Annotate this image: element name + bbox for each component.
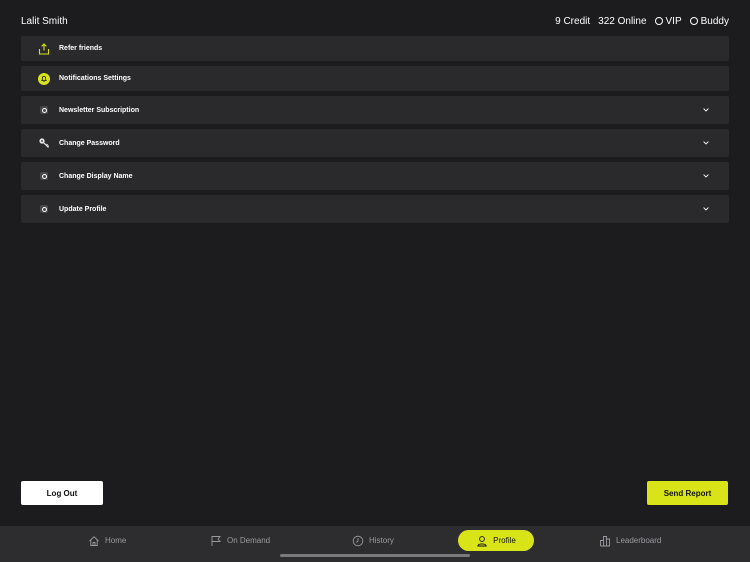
top-bar: Lalit Smith 9 Credit 322 Online VIP Budd… bbox=[21, 12, 729, 30]
home-indicator[interactable] bbox=[280, 554, 470, 557]
change-display-name-row[interactable]: Change Display Name bbox=[21, 162, 729, 190]
vip-ring-icon bbox=[654, 17, 663, 25]
chevron-down-icon bbox=[703, 207, 709, 211]
user-icon bbox=[477, 535, 487, 546]
bar-chart-icon bbox=[600, 535, 610, 546]
tab-profile-label: Profile bbox=[493, 536, 516, 545]
change-password-row[interactable]: Change Password bbox=[21, 129, 729, 157]
tab-leaderboard[interactable]: Leaderboard bbox=[599, 530, 661, 551]
notifications-settings-label: Notifications Settings bbox=[59, 75, 131, 82]
tab-profile[interactable]: Profile bbox=[458, 530, 534, 551]
tab-leaderboard-label: Leaderboard bbox=[616, 536, 662, 545]
refer-friends-label: Refer friends bbox=[59, 45, 103, 52]
buddy-ring-icon bbox=[689, 17, 698, 25]
user-stats: 9 Credit 322 Online VIP Buddy bbox=[555, 16, 729, 27]
chevron-down-icon bbox=[703, 174, 709, 178]
update-profile-row[interactable]: Update Profile bbox=[21, 195, 729, 223]
change-password-label: Change Password bbox=[59, 139, 120, 147]
buddy-status[interactable]: Buddy bbox=[689, 15, 729, 27]
tab-history-label: History bbox=[369, 536, 394, 545]
vip-status[interactable]: VIP bbox=[654, 15, 682, 27]
refer-friends-row[interactable]: Refer friends bbox=[21, 36, 729, 61]
display-name-icon bbox=[38, 170, 50, 182]
bell-icon bbox=[38, 72, 50, 85]
key-icon bbox=[38, 137, 50, 149]
credit-count: 9 Credit bbox=[555, 15, 591, 27]
update-profile-label: Update Profile bbox=[59, 205, 107, 213]
newsletter-icon bbox=[38, 104, 50, 116]
update-profile-icon bbox=[38, 203, 50, 215]
tab-home[interactable]: Home bbox=[88, 530, 126, 551]
newsletter-subscription-label: Newsletter Subscription bbox=[59, 106, 140, 114]
settings-menu: Refer friends Notifications Settings New… bbox=[21, 36, 729, 228]
buddy-label: Buddy bbox=[700, 15, 729, 27]
logout-button[interactable]: Log Out bbox=[21, 481, 103, 505]
tab-on-demand[interactable]: On Demand bbox=[210, 530, 270, 551]
send-report-button[interactable]: Send Report bbox=[647, 481, 728, 505]
tab-on-demand-label: On Demand bbox=[227, 536, 271, 545]
tab-history[interactable]: History bbox=[352, 530, 394, 551]
chevron-down-icon bbox=[703, 108, 709, 112]
user-name: Lalit Smith bbox=[21, 15, 68, 27]
change-display-name-label: Change Display Name bbox=[59, 172, 133, 180]
online-count: 322 Online bbox=[598, 15, 647, 27]
clock-icon bbox=[352, 535, 364, 546]
vip-label: VIP bbox=[665, 15, 682, 27]
newsletter-subscription-row[interactable]: Newsletter Subscription bbox=[21, 96, 729, 124]
share-icon bbox=[38, 42, 50, 55]
notifications-settings-row[interactable]: Notifications Settings bbox=[21, 66, 729, 91]
chevron-down-icon bbox=[703, 141, 709, 145]
tab-home-label: Home bbox=[105, 536, 127, 545]
flag-icon bbox=[211, 535, 221, 546]
home-icon bbox=[89, 535, 99, 546]
